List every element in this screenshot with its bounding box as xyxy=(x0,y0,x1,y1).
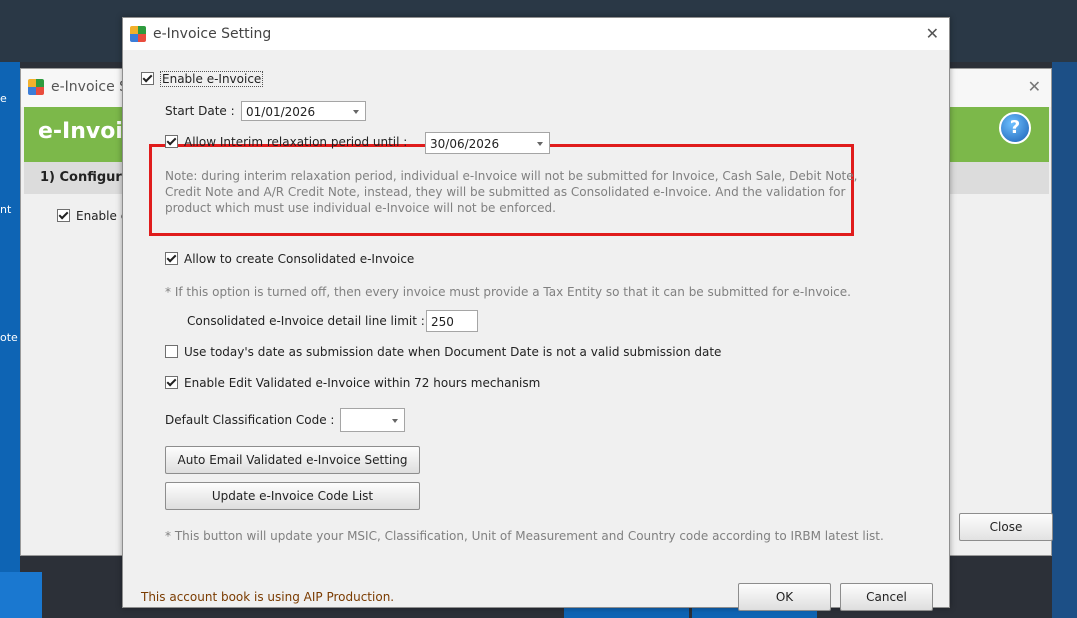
status-text: This account book is using AIP Productio… xyxy=(141,590,395,604)
banner-title: e-Invoi xyxy=(38,119,123,144)
desktop-tile-bottom-left xyxy=(0,572,42,618)
update-note: * This button will update your MSIC, Cla… xyxy=(165,529,884,543)
cancel-button[interactable]: Cancel xyxy=(840,583,933,611)
line-limit-input[interactable]: 250 xyxy=(426,310,478,332)
close-icon[interactable]: ✕ xyxy=(926,24,939,43)
checkbox-label: Allow Interim relaxation period until : xyxy=(184,135,408,149)
start-date-value: 01/01/2026 xyxy=(246,105,316,119)
start-date-label: Start Date : xyxy=(165,104,235,118)
desktop-label: nt xyxy=(0,203,12,216)
checkbox-label: Enable e xyxy=(76,209,129,223)
ok-button[interactable]: OK xyxy=(738,583,831,611)
note-line: product which must use individual e-Invo… xyxy=(165,201,556,215)
classification-combo[interactable] xyxy=(340,408,405,432)
checkbox-icon[interactable] xyxy=(165,345,178,358)
note-line: Credit Note and A/R Credit Note, instead… xyxy=(165,185,846,199)
auto-email-setting-button[interactable]: Auto Email Validated e-Invoice Setting xyxy=(165,446,420,474)
interim-date-combo[interactable]: 30/06/2026 xyxy=(425,132,550,154)
help-icon[interactable]: ? xyxy=(999,112,1031,144)
interim-note: Note: during interim relaxation period, … xyxy=(165,168,857,216)
chevron-down-icon[interactable] xyxy=(392,419,398,423)
consolidated-note: * If this option is turned off, then eve… xyxy=(165,285,851,299)
todays-date-checkbox[interactable]: Use today's date as submission date when… xyxy=(165,345,721,359)
dialog-titlebar: e-Invoice Setting ✕ xyxy=(123,18,949,50)
close-button[interactable]: Close xyxy=(959,513,1053,541)
checkbox-label: Allow to create Consolidated e-Invoice xyxy=(184,252,415,266)
checkbox-icon[interactable] xyxy=(165,376,178,389)
edit-validated-checkbox[interactable]: Enable Edit Validated e-Invoice within 7… xyxy=(165,376,540,390)
interim-date-value: 30/06/2026 xyxy=(430,137,500,151)
desktop-label: ote xyxy=(0,331,18,344)
update-code-list-button[interactable]: Update e-Invoice Code List xyxy=(165,482,420,510)
checkbox-icon[interactable] xyxy=(165,135,178,148)
dialog-title: e-Invoice Setting xyxy=(153,26,272,42)
consolidated-checkbox[interactable]: Allow to create Consolidated e-Invoice xyxy=(165,252,414,266)
background-window-title: e-Invoice S xyxy=(51,79,129,95)
checkbox-icon[interactable] xyxy=(165,252,178,265)
interim-relaxation-checkbox[interactable]: Allow Interim relaxation period until : xyxy=(165,135,407,149)
checkbox-icon[interactable] xyxy=(141,72,154,85)
start-date-combo[interactable]: 01/01/2026 xyxy=(241,101,366,121)
section-title: 1) Configure xyxy=(40,170,131,185)
desktop-label: e xyxy=(0,92,7,105)
background-enable-checkbox[interactable]: Enable e xyxy=(57,209,128,223)
checkbox-icon[interactable] xyxy=(57,209,70,222)
enable-einvoice-checkbox[interactable]: Enable e-Invoice xyxy=(141,71,264,87)
dialog-body: Enable e-Invoice Start Date : 01/01/2026… xyxy=(125,50,947,611)
checkbox-label: Enable e-Invoice xyxy=(160,71,264,87)
checkbox-label: Use today's date as submission date when… xyxy=(184,345,722,359)
app-icon xyxy=(130,26,146,42)
classification-label: Default Classification Code : xyxy=(165,413,335,427)
einvoice-setting-dialog: e-Invoice Setting ✕ Enable e-Invoice Sta… xyxy=(122,17,950,611)
app-icon xyxy=(28,79,44,95)
close-icon[interactable]: ✕ xyxy=(1028,77,1041,96)
note-line: Note: during interim relaxation period, … xyxy=(165,169,858,183)
checkbox-label: Enable Edit Validated e-Invoice within 7… xyxy=(184,376,541,390)
chevron-down-icon[interactable] xyxy=(537,142,543,146)
chevron-down-icon[interactable] xyxy=(353,110,359,114)
line-limit-label: Consolidated e-Invoice detail line limit… xyxy=(187,314,425,328)
desktop-tile-right xyxy=(1052,62,1077,618)
